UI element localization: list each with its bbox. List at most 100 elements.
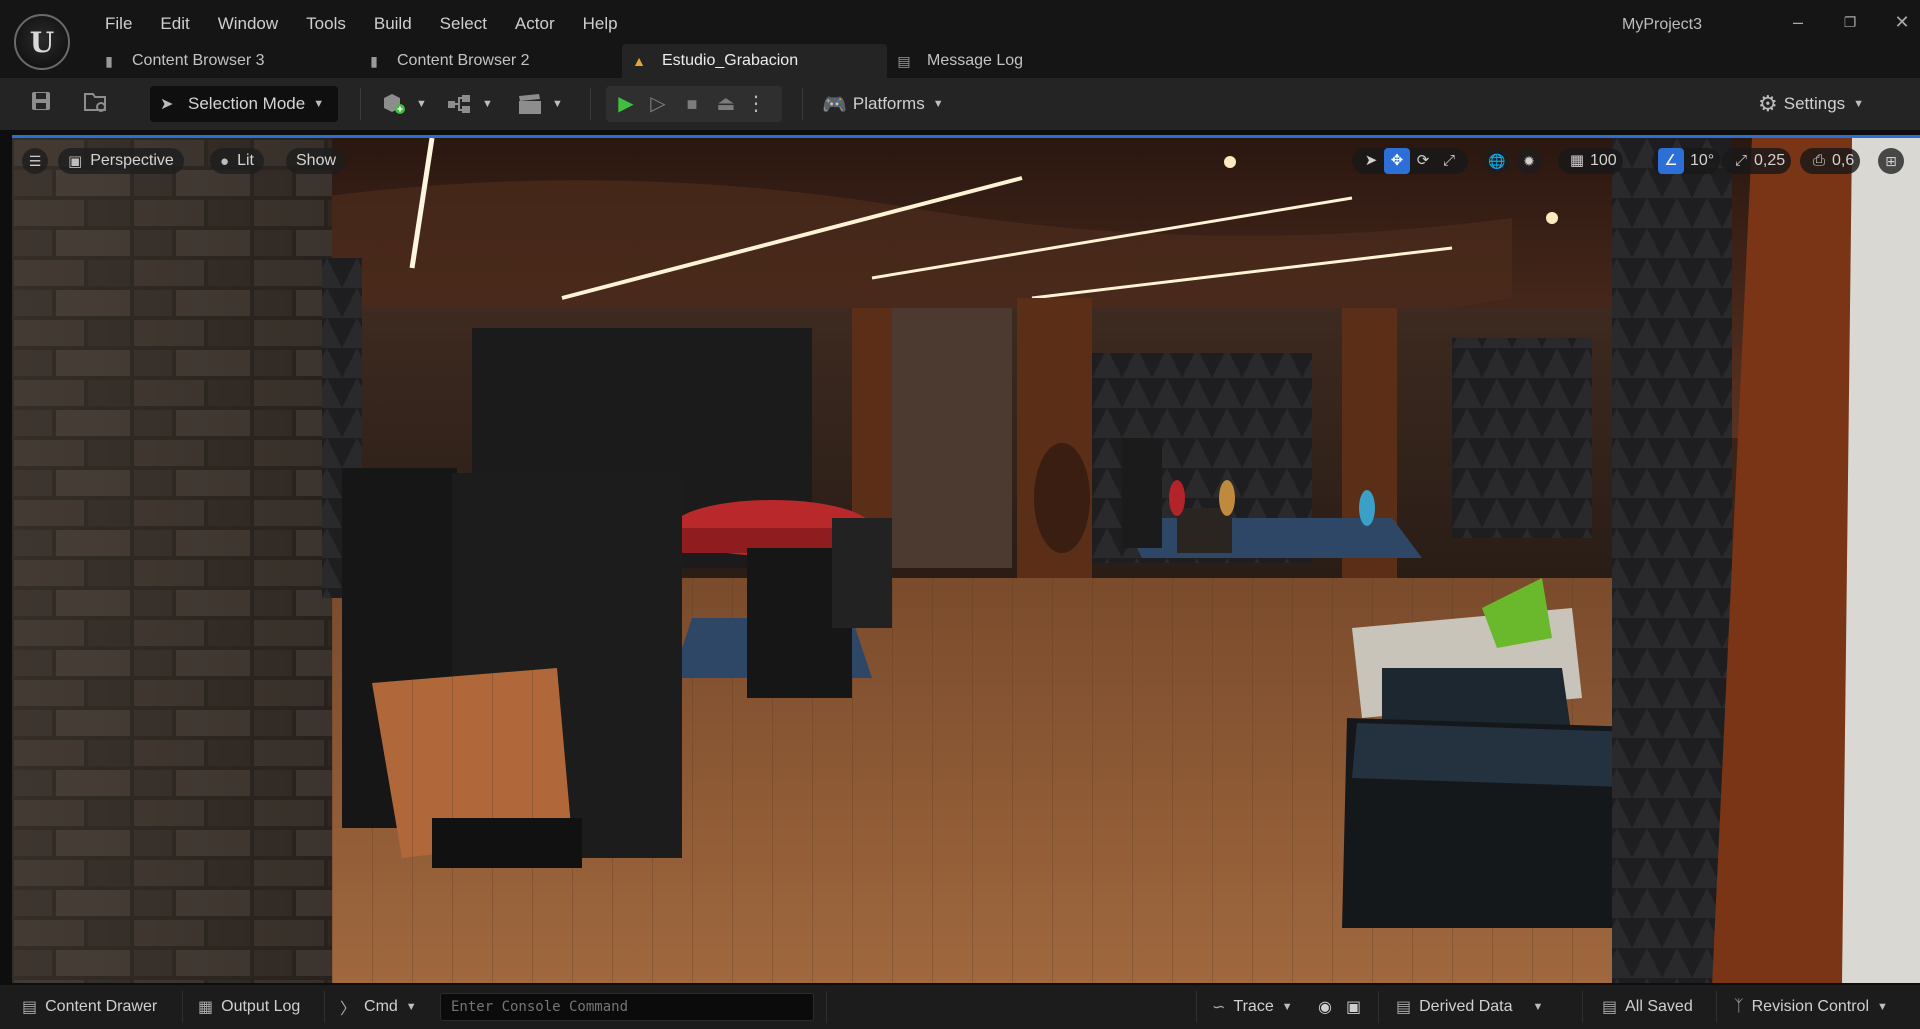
scale-snap-control[interactable]: ⤢ 0,25 (1722, 148, 1792, 174)
tab-label: Content Browser 3 (132, 52, 265, 69)
add-actor-dropdown[interactable]: ▼ (380, 91, 427, 117)
all-saved-button[interactable]: ▤ All Saved (1602, 995, 1693, 1019)
viewport-layout-icon[interactable]: ⊞ (1878, 148, 1904, 174)
trace-dropdown[interactable]: ∽ Trace ▼ (1212, 995, 1293, 1019)
toolbar-divider (802, 88, 803, 120)
menu-help[interactable]: Help (570, 13, 633, 35)
play-icon[interactable]: ▶ (614, 92, 638, 116)
tab-content-browser-2[interactable]: ▮ Content Browser 2 (357, 44, 622, 78)
chevron-down-icon: ▼ (1281, 1001, 1293, 1013)
level-icon: ▲ (632, 53, 646, 69)
unreal-logo-icon[interactable]: U (14, 14, 70, 70)
close-icon[interactable]: ✕ (1892, 12, 1912, 32)
show-label: Show (296, 152, 337, 169)
cmd-dropdown[interactable]: 〉 Cmd ▼ (340, 995, 417, 1019)
revision-control-dropdown[interactable]: ᛉ Revision Control ▼ (1734, 995, 1888, 1019)
rotation-snap-control[interactable]: ∠ 10° (1652, 148, 1721, 174)
perspective-label: Perspective (90, 152, 174, 169)
grid-snap-icon: ▦ (1569, 152, 1585, 169)
tab-message-log[interactable]: ▤ Message Log (887, 44, 1087, 78)
grid-size-value: 100 (1590, 152, 1617, 169)
platforms-label: Platforms (852, 94, 925, 113)
insights-record-icon[interactable]: ◉ (1318, 995, 1332, 1019)
terminal-icon: 〉 (340, 1001, 357, 1018)
grid-snap-control[interactable]: ▦ 100 (1558, 148, 1623, 174)
lit-sphere-icon: ● (220, 152, 230, 170)
cinematics-dropdown[interactable]: ▼ (516, 91, 563, 117)
lit-label: Lit (237, 152, 254, 169)
content-drawer-label: Content Drawer (45, 998, 158, 1015)
selection-mode-dropdown[interactable]: ➤ Selection Mode ▼ (150, 86, 338, 122)
chevron-down-icon: ▼ (416, 98, 427, 110)
menu-build[interactable]: Build (361, 13, 427, 35)
level-viewport[interactable]: ☰ ▣ Perspective ● Lit Show ➤ ✥ ⟳ ⤢ 🌐 ✹ ▦… (12, 135, 1920, 983)
output-log-icon: ▦ (198, 999, 214, 1016)
title-bar: U File Edit Window Tools Build Select Ac… (0, 0, 1920, 78)
derived-data-label: Derived Data (1419, 998, 1513, 1015)
status-divider (324, 991, 325, 1023)
minimize-icon[interactable]: – (1788, 12, 1808, 32)
view-mode-dropdown[interactable]: ● Lit (210, 148, 264, 174)
settings-dropdown[interactable]: ⚙ Settings ▼ (1758, 91, 1864, 117)
platforms-dropdown[interactable]: 🎮 Platforms ▼ (822, 91, 944, 117)
status-bar: ▤ Content Drawer ▦ Output Log 〉 Cmd ▼ ∽ … (0, 985, 1920, 1029)
step-icon[interactable]: ▷ (646, 92, 670, 116)
menu-select[interactable]: Select (427, 13, 502, 35)
rotate-icon[interactable]: ⟳ (1410, 148, 1436, 174)
project-name: MyProject3 (1622, 16, 1703, 33)
screenshot-icon[interactable]: ▣ (1346, 995, 1361, 1019)
viewport-scene[interactable] (12, 138, 1920, 983)
save-status-icon: ▤ (1602, 999, 1618, 1016)
output-log-label: Output Log (221, 998, 301, 1015)
eject-icon[interactable]: ⏏ (714, 92, 738, 116)
content-drawer-button[interactable]: ▤ Content Drawer (22, 995, 157, 1019)
play-options-icon[interactable]: ⋮ (744, 92, 768, 116)
document-tabs: ▮ Content Browser 3 ▮ Content Browser 2 … (92, 44, 1087, 78)
message-log-icon: ▤ (897, 52, 911, 69)
derived-data-dropdown[interactable]: ▤ Derived Data ▼ (1396, 995, 1543, 1019)
status-divider (826, 991, 827, 1023)
tab-label: Message Log (927, 52, 1024, 69)
content-browser-icon: ▮ (370, 52, 378, 69)
select-cursor-icon[interactable]: ➤ (1358, 148, 1384, 174)
transform-tools: ➤ ✥ ⟳ ⤢ (1352, 148, 1468, 174)
status-divider (1196, 991, 1197, 1023)
cube-icon: ▣ (68, 153, 83, 170)
world-space-icon[interactable]: 🌐 (1484, 148, 1510, 174)
save-icon[interactable] (28, 90, 54, 118)
menu-window[interactable]: Window (205, 13, 293, 35)
menu-tools[interactable]: Tools (293, 13, 361, 35)
derived-data-icon: ▤ (1396, 999, 1412, 1016)
show-dropdown[interactable]: Show (286, 148, 347, 174)
chevron-down-icon: ▼ (313, 98, 325, 110)
branch-icon: ᛉ (1734, 998, 1744, 1015)
restore-icon[interactable]: ❐ (1840, 12, 1860, 32)
status-divider (1582, 991, 1583, 1023)
trace-icon: ∽ (1212, 999, 1226, 1016)
toolbar-divider (590, 88, 591, 120)
scale-snap-icon: ⤢ (1734, 152, 1747, 169)
output-log-button[interactable]: ▦ Output Log (198, 995, 300, 1019)
console-command-input[interactable] (440, 993, 814, 1021)
scale-icon[interactable]: ⤢ (1436, 148, 1462, 174)
all-saved-label: All Saved (1625, 998, 1693, 1015)
camera-icon: ⎙ (1812, 152, 1825, 169)
camera-speed-control[interactable]: ⎙ 0,6 (1800, 148, 1861, 174)
perspective-dropdown[interactable]: ▣ Perspective (58, 148, 184, 174)
stop-icon[interactable]: ■ (680, 92, 704, 116)
menu-actor[interactable]: Actor (502, 13, 570, 35)
status-divider (182, 991, 183, 1023)
menu-edit[interactable]: Edit (147, 13, 204, 35)
translate-icon[interactable]: ✥ (1384, 148, 1410, 174)
content-browser-icon: ▮ (105, 52, 113, 69)
surface-snapping-icon[interactable]: ✹ (1516, 148, 1542, 174)
content-browser-open-icon[interactable] (82, 90, 110, 118)
blueprints-dropdown[interactable]: ▼ (446, 91, 493, 117)
tab-content-browser-3[interactable]: ▮ Content Browser 3 (92, 44, 357, 78)
chevron-down-icon: ▼ (1853, 98, 1865, 110)
tab-level-estudio-grabacion[interactable]: ▲ Estudio_Grabacion (622, 44, 887, 78)
menu-file[interactable]: File (92, 13, 147, 35)
camera-speed-value: 0,6 (1832, 152, 1855, 169)
clapperboard-icon (519, 94, 541, 114)
viewport-menu-icon[interactable]: ☰ (22, 148, 48, 174)
